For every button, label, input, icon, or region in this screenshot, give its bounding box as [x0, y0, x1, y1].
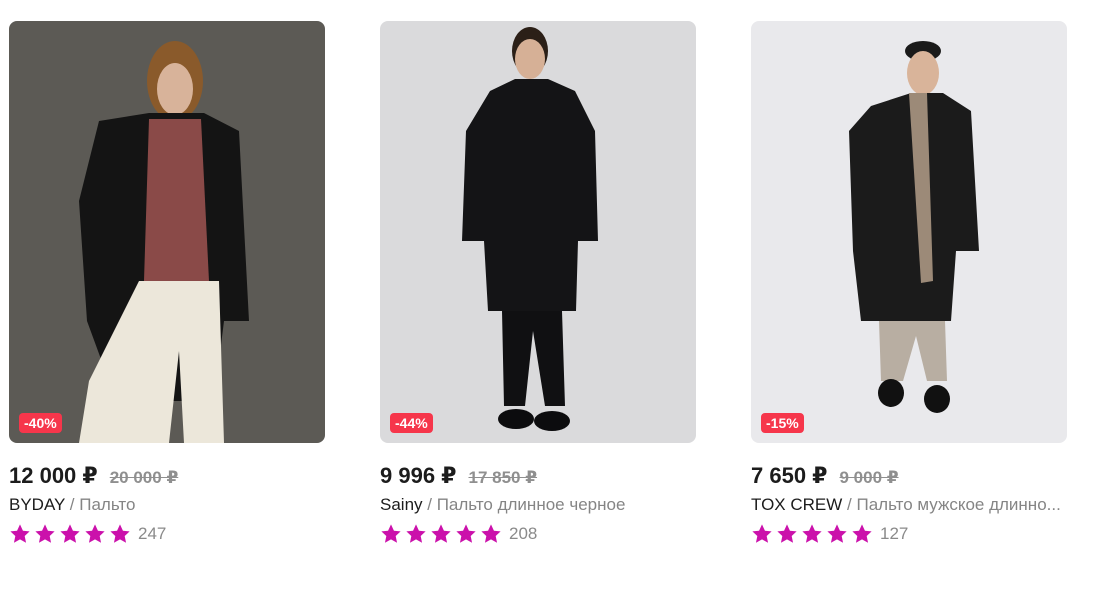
product-image [751, 21, 1067, 443]
current-price: 12 000 ₽ [9, 463, 98, 488]
star-icon [9, 523, 31, 545]
product-title[interactable]: Sainy / Пальто длинное черное [380, 495, 696, 515]
old-price: 9 000 ₽ [839, 468, 899, 487]
rating: 127 [751, 523, 1067, 545]
star-icon [405, 523, 427, 545]
star-icon [380, 523, 402, 545]
price-row: 7 650 ₽ 9 000 ₽ [751, 463, 1067, 488]
product-card[interactable]: -15% 7 650 ₽ 9 000 ₽ TOX CREW / Пальто м… [751, 21, 1067, 545]
product-title[interactable]: BYDAY / Пальто [9, 495, 325, 515]
review-count: 127 [880, 524, 909, 543]
product-photo[interactable]: -44% [380, 21, 696, 443]
brand-name: Sainy [380, 495, 423, 514]
review-count: 247 [138, 524, 167, 543]
title-separator: / [65, 495, 80, 514]
review-count: 208 [509, 524, 538, 543]
product-photo[interactable]: -40% [9, 21, 325, 443]
product-name: Пальто мужское длинно... [856, 495, 1061, 514]
title-separator: / [422, 495, 437, 514]
product-card[interactable]: -40% 12 000 ₽ 20 000 ₽ BYDAY / Пальто 24… [9, 21, 325, 545]
current-price: 9 996 ₽ [380, 463, 457, 488]
star-icon [34, 523, 56, 545]
price-row: 12 000 ₽ 20 000 ₽ [9, 463, 325, 488]
product-name: Пальто [79, 495, 136, 514]
product-image [380, 21, 696, 443]
star-icon [430, 523, 452, 545]
rating: 247 [9, 523, 325, 545]
product-title[interactable]: TOX CREW / Пальто мужское длинно... [751, 495, 1067, 515]
brand-name: BYDAY [9, 495, 66, 514]
star-icon [801, 523, 823, 545]
rating: 208 [380, 523, 696, 545]
star-icon [84, 523, 106, 545]
discount-badge: -15% [761, 413, 804, 433]
star-icon [59, 523, 81, 545]
product-card[interactable]: -44% 9 996 ₽ 17 850 ₽ Sainy / Пальто дли… [380, 21, 696, 545]
price-row: 9 996 ₽ 17 850 ₽ [380, 463, 696, 488]
star-icon [776, 523, 798, 545]
star-icon [455, 523, 477, 545]
product-grid: -40% 12 000 ₽ 20 000 ₽ BYDAY / Пальто 24… [9, 21, 1067, 545]
product-photo[interactable]: -15% [751, 21, 1067, 443]
star-icon [826, 523, 848, 545]
product-image [9, 21, 325, 443]
star-icon [851, 523, 873, 545]
current-price: 7 650 ₽ [751, 463, 828, 488]
product-name: Пальто длинное черное [436, 495, 626, 514]
title-separator: / [842, 495, 857, 514]
star-icon [480, 523, 502, 545]
old-price: 17 850 ₽ [468, 468, 538, 487]
discount-badge: -44% [390, 413, 433, 433]
star-icon [109, 523, 131, 545]
star-icon [751, 523, 773, 545]
brand-name: TOX CREW [751, 495, 843, 514]
discount-badge: -40% [19, 413, 62, 433]
old-price: 20 000 ₽ [109, 468, 179, 487]
